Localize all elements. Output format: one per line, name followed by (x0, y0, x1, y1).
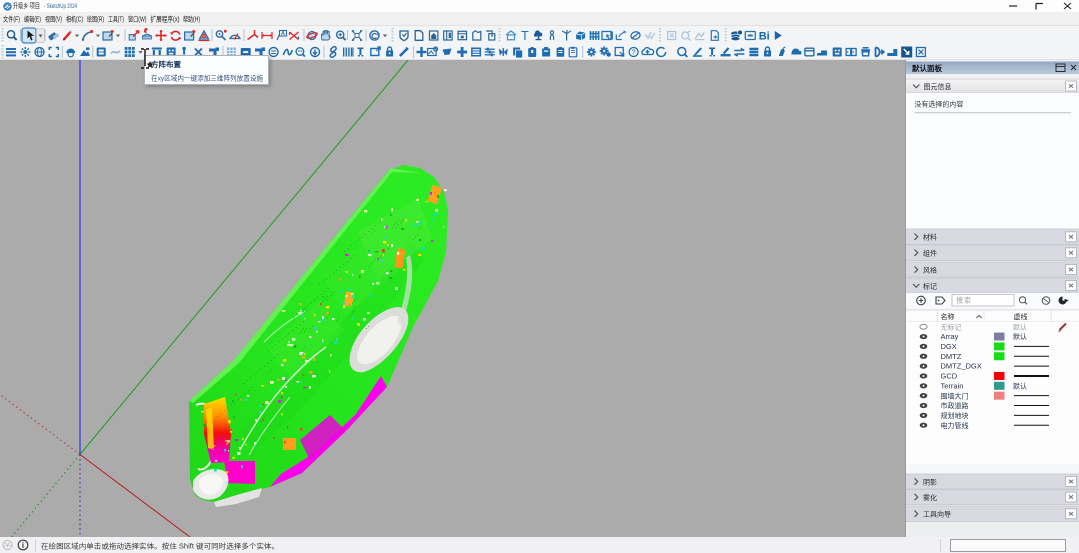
svg-text:默认: 默认 (1013, 381, 1027, 391)
svg-text:- SketchUp 2024: - SketchUp 2024 (44, 0, 77, 10)
svg-text:没有选择的内容: 没有选择的内容 (914, 100, 963, 110)
svg-text:编辑(E): 编辑(E) (24, 15, 41, 25)
svg-text:市政道路: 市政道路 (941, 401, 969, 411)
svg-text:帮助(H): 帮助(H) (183, 15, 200, 25)
svg-text:视图(V): 视图(V) (45, 15, 62, 25)
svg-text:Terrain: Terrain (941, 380, 964, 391)
svg-text:工具向导: 工具向导 (923, 510, 951, 520)
svg-text:相机(C): 相机(C) (66, 15, 83, 25)
svg-text:名称: 名称 (941, 312, 955, 322)
svg-text:方阵布置: 方阵布置 (151, 59, 181, 70)
svg-text:升级乡 项目: 升级乡 项目 (13, 0, 40, 10)
svg-text:工具(T): 工具(T) (108, 15, 124, 25)
svg-text:电力管线: 电力管线 (941, 421, 969, 431)
svg-text:文件(F): 文件(F) (3, 15, 20, 25)
svg-text:阴影: 阴影 (923, 477, 937, 487)
svg-text:i: i (22, 540, 24, 551)
svg-text:?: ? (632, 48, 636, 58)
svg-text:窗口(W): 窗口(W) (128, 15, 147, 25)
svg-text:雾化: 雾化 (923, 493, 937, 503)
svg-text:图元信息: 图元信息 (924, 82, 952, 92)
svg-text:扩展程序(x): 扩展程序(x) (151, 15, 180, 25)
svg-text:在绘图区域内单击或拖动选择实体。按住 Shift 键可同时选: 在绘图区域内单击或拖动选择实体。按住 Shift 键可同时选择多个实体。 (41, 542, 279, 552)
svg-text:风格: 风格 (923, 265, 937, 275)
svg-text:围墙大门: 围墙大门 (941, 391, 969, 401)
svg-text:材料: 材料 (923, 233, 937, 243)
svg-text:虚线: 虚线 (1014, 312, 1028, 322)
svg-text:标记: 标记 (923, 281, 937, 291)
svg-text:A: A (281, 29, 285, 37)
svg-text:搜索: 搜索 (956, 296, 972, 306)
svg-text:绘图(R): 绘图(R) (87, 15, 104, 25)
svg-text:规划地块: 规划地块 (941, 411, 969, 421)
svg-text:T: T (521, 26, 529, 44)
svg-text:组件: 组件 (923, 249, 937, 259)
svg-text:在xy区域内一键添加三维阵列放置设施: 在xy区域内一键添加三维阵列放置设施 (151, 73, 263, 83)
svg-text:默认: 默认 (1013, 322, 1027, 332)
svg-text:默认面板: 默认面板 (912, 63, 942, 74)
svg-text:Bi: Bi (759, 28, 770, 44)
svg-text:默认: 默认 (1013, 332, 1027, 342)
